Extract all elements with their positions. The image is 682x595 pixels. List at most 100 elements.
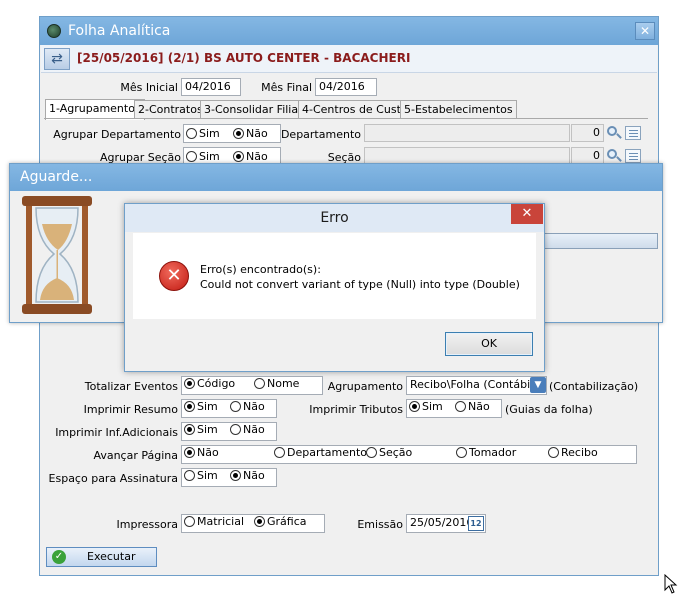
radio-on-icon [184, 424, 195, 435]
radio-off-icon [230, 424, 241, 435]
option-label: Tomador [469, 446, 517, 459]
avancar-departamento-radio[interactable]: Departamento [274, 446, 367, 459]
hourglass-icon [22, 196, 92, 314]
emissao-label: Emissão [357, 518, 403, 531]
tab-centros-de-custo[interactable]: 4-Centros de Custo [298, 100, 412, 119]
radio-off-icon [186, 128, 197, 139]
departamento-list-icon[interactable] [625, 126, 641, 140]
executar-button[interactable]: ✓ Executar [46, 547, 157, 567]
option-label: Não [243, 400, 265, 413]
agrupar-departamento-nao[interactable]: Não [233, 127, 268, 140]
agrupamento-label: Agrupamento [327, 380, 403, 393]
imprimir-tributos-sim[interactable]: Sim [409, 400, 443, 413]
main-close-button[interactable]: ✕ [635, 22, 655, 40]
radio-on-icon [254, 516, 265, 527]
imprimir-resumo-sim[interactable]: Sim [184, 400, 218, 413]
option-label: Sim [197, 423, 218, 436]
aguarde-progress-bar [543, 233, 658, 249]
tab-agrupamentos[interactable]: 1-Agrupamentos [45, 99, 145, 120]
tab-consolidar-filiais[interactable]: 3-Consolidar Filiais [200, 100, 311, 119]
erro-message-line1: Erro(s) encontrado(s): [200, 263, 321, 276]
radio-off-icon [230, 401, 241, 412]
imprimir-tributos-nao[interactable]: Não [455, 400, 490, 413]
option-label: Não [246, 150, 268, 163]
totalizar-eventos-group: Código Nome [181, 376, 323, 395]
agrupar-departamento-sim[interactable]: Sim [186, 127, 220, 140]
totalizar-codigo-radio[interactable]: Código [184, 377, 235, 390]
espaco-assinatura-sim[interactable]: Sim [184, 469, 218, 482]
erro-dialog: Erro ✕ ✕ Erro(s) encontrado(s): Could no… [124, 203, 545, 372]
imprimir-inf-group: Sim Não [181, 422, 277, 441]
radio-off-icon [184, 516, 195, 527]
erro-title-bar[interactable]: Erro [125, 204, 544, 232]
imprimir-inf-nao[interactable]: Não [230, 423, 265, 436]
radio-on-icon [184, 447, 195, 458]
impressora-group: Matricial Gráfica [181, 514, 325, 533]
option-label: Sim [197, 469, 218, 482]
option-label: Seção [379, 446, 413, 459]
agrupar-secao-sim[interactable]: Sim [186, 150, 220, 163]
departamento-search-icon[interactable] [606, 125, 622, 141]
totalizar-nome-radio[interactable]: Nome [254, 377, 299, 390]
option-label: Sim [197, 400, 218, 413]
ok-button[interactable]: OK [445, 332, 533, 356]
avancar-tomador-radio[interactable]: Tomador [456, 446, 516, 459]
avancar-nao-radio[interactable]: Não [184, 446, 219, 459]
error-x-icon: ✕ [159, 261, 189, 291]
agrupamento-suffix: (Contabilização) [549, 380, 639, 393]
tab-contratos[interactable]: 2-Contratos [134, 100, 207, 119]
option-label: Não [246, 127, 268, 140]
avancar-pagina-group: Não Departamento Seção Tomador Recibo [181, 445, 637, 464]
mes-final-input[interactable]: 04/2016 [315, 78, 377, 96]
calendar-icon[interactable]: 12 [468, 516, 484, 531]
mes-inicial-label: Mês Inicial [120, 81, 178, 94]
option-label: Recibo [561, 446, 598, 459]
avancar-recibo-radio[interactable]: Recibo [548, 446, 598, 459]
aguarde-title-bar[interactable]: Aguarde... [10, 164, 662, 191]
avancar-pagina-label: Avançar Página [93, 449, 178, 462]
avancar-secao-radio[interactable]: Seção [366, 446, 412, 459]
tab-estabelecimentos[interactable]: 5-Estabelecimentos [400, 100, 517, 119]
app-icon [47, 24, 61, 38]
totalizar-eventos-label: Totalizar Eventos [84, 380, 178, 393]
mes-final-label: Mês Final [261, 81, 312, 94]
option-label: Departamento [287, 446, 368, 459]
impressora-grafica-radio[interactable]: Gráfica [254, 515, 307, 528]
imprimir-tributos-suffix: (Guias da folha) [505, 403, 593, 416]
option-label: Gráfica [267, 515, 307, 528]
radio-on-icon [184, 378, 195, 389]
imprimir-resumo-label: Imprimir Resumo [83, 403, 178, 416]
radio-off-icon [184, 470, 195, 481]
radio-off-icon [366, 447, 377, 458]
erro-message-line2: Could not convert variant of type (Null)… [200, 278, 520, 291]
departamento-code-input[interactable]: 0 [571, 124, 604, 142]
imprimir-inf-sim[interactable]: Sim [184, 423, 218, 436]
agrupar-secao-nao[interactable]: Não [233, 150, 268, 163]
agrupar-departamento-group: Sim Não [183, 124, 281, 143]
imprimir-tributos-group: Sim Não [406, 399, 502, 418]
secao-search-icon[interactable] [606, 148, 622, 164]
secao-list-icon[interactable] [625, 149, 641, 163]
check-icon: ✓ [52, 550, 66, 564]
radio-off-icon [254, 378, 265, 389]
agrupamento-select[interactable]: Recibo\Folha (Contábil) [406, 376, 547, 395]
espaco-assinatura-nao[interactable]: Não [230, 469, 265, 482]
chevron-down-icon[interactable]: ▼ [530, 377, 546, 393]
main-title-bar[interactable]: Folha Analítica ✕ [40, 17, 658, 45]
departamento-input[interactable] [364, 124, 570, 142]
radio-off-icon [455, 401, 466, 412]
option-label: Nome [267, 377, 300, 390]
mes-inicial-input[interactable]: 04/2016 [181, 78, 241, 96]
header-strip: ⇄ [25/05/2016] (2/1) BS AUTO CENTER - BA… [41, 45, 657, 73]
radio-on-icon [233, 151, 244, 162]
radio-off-icon [186, 151, 197, 162]
option-label: Sim [199, 127, 220, 140]
radio-off-icon [274, 447, 285, 458]
swap-arrows-icon[interactable]: ⇄ [44, 48, 70, 70]
imprimir-resumo-nao[interactable]: Não [230, 400, 265, 413]
main-window-title: Folha Analítica [68, 23, 171, 39]
erro-close-button[interactable]: ✕ [511, 204, 543, 224]
impressora-matricial-radio[interactable]: Matricial [184, 515, 244, 528]
radio-on-icon [233, 128, 244, 139]
imprimir-tributos-label: Imprimir Tributos [309, 403, 403, 416]
